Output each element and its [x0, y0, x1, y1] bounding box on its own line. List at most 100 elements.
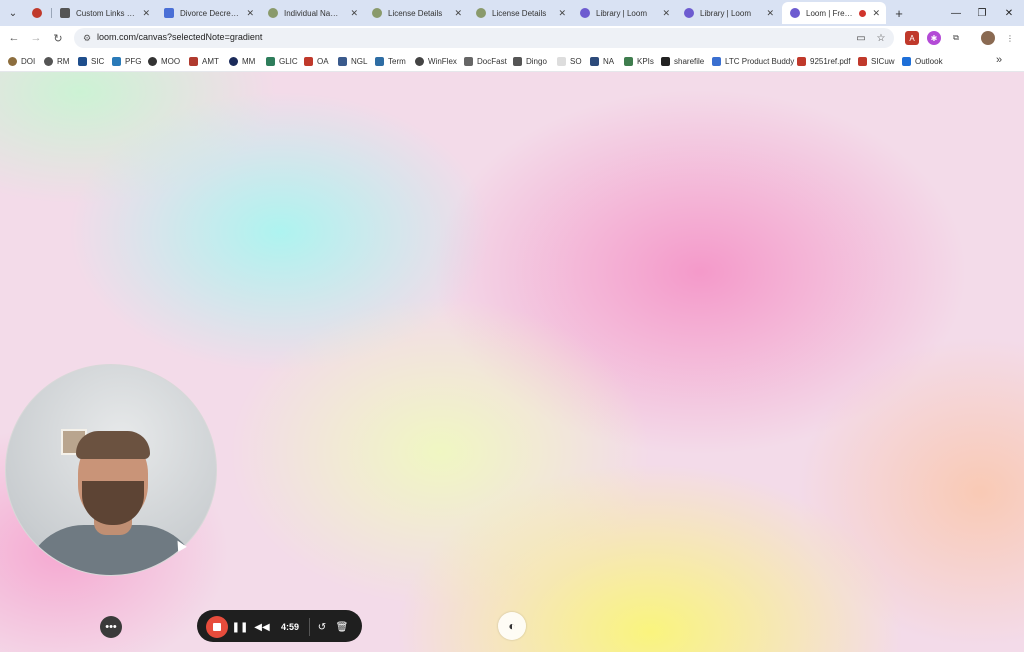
- bookmark-item[interactable]: MM: [229, 55, 255, 67]
- bookmark-favicon-icon: [304, 56, 313, 66]
- tab-title: Divorce Decrees and: [180, 8, 240, 18]
- bookmark-item[interactable]: Term: [375, 55, 406, 67]
- forward-arrow-icon[interactable]: →: [27, 29, 45, 47]
- minimize-button[interactable]: —: [946, 4, 966, 22]
- bookmark-item[interactable]: sharefile: [661, 55, 704, 67]
- bookmarks-overflow-icon[interactable]: »: [996, 54, 1002, 66]
- tab-license-details-1[interactable]: License Details ✕: [364, 2, 468, 24]
- tab-favicon-icon: [476, 8, 486, 18]
- tab-title: Custom Links | DiG: [76, 8, 137, 18]
- tab-divorce-decrees[interactable]: Divorce Decrees and ✕: [156, 2, 260, 24]
- browser-toolbar: ← → ↻ ⚙ loom.com/canvas?selectedNote=gra…: [0, 26, 1024, 50]
- bookmark-item[interactable]: NA: [590, 55, 614, 67]
- site-settings-icon[interactable]: ⚙: [80, 31, 94, 45]
- address-bar[interactable]: ⚙ loom.com/canvas?selectedNote=gradient …: [74, 28, 894, 48]
- presenter-hair: [76, 431, 150, 459]
- delete-trash-icon[interactable]: 🗑: [332, 616, 352, 638]
- bookmark-item[interactable]: 9251ref.pdf: [797, 55, 850, 67]
- bookmark-item[interactable]: DocFast: [464, 55, 507, 67]
- adobe-acrobat-extension-icon[interactable]: A: [905, 31, 919, 45]
- bookmark-favicon-icon: [858, 56, 867, 66]
- close-icon[interactable]: ✕: [142, 8, 150, 19]
- bookmark-star-icon[interactable]: ☆: [874, 31, 888, 45]
- bookmarks-bar: DOI RM SIC PFG MOO AMT MM GLIC OA NGL Te…: [0, 50, 1024, 72]
- bookmark-favicon-icon: [464, 56, 473, 66]
- bookmark-item[interactable]: WinFlex: [415, 55, 457, 67]
- rewind-button[interactable]: ◀◀: [252, 616, 272, 638]
- bookmark-item[interactable]: LTC Product Buddy: [712, 55, 794, 67]
- extensions-puzzle-icon[interactable]: ⧉: [949, 31, 963, 45]
- new-tab-button[interactable]: +: [890, 4, 908, 22]
- bookmark-favicon-icon: [266, 56, 275, 66]
- stop-recording-button[interactable]: [206, 616, 228, 638]
- restart-button[interactable]: ↺: [312, 616, 332, 638]
- bookmark-favicon-icon: [189, 56, 198, 66]
- tab-library-loom-2[interactable]: Library | Loom ✕: [676, 2, 780, 24]
- bookmark-favicon-icon: [8, 56, 17, 66]
- palette-icon[interactable]: ◐: [498, 612, 526, 640]
- tab-title: Library | Loom: [700, 8, 751, 18]
- tab-title: Loom | Free Sc: [806, 8, 857, 18]
- tab-custom-links[interactable]: Custom Links | DiG ✕: [52, 2, 156, 24]
- close-icon[interactable]: ✕: [558, 8, 566, 19]
- recording-timer: 4:59: [280, 622, 299, 632]
- bookmark-favicon-icon: [44, 56, 53, 66]
- reload-icon[interactable]: ↻: [49, 29, 67, 47]
- bookmark-item[interactable]: MOO: [148, 55, 180, 67]
- close-icon[interactable]: ✕: [872, 8, 880, 19]
- tab-strip: ⌄ Custom Links | DiG ✕ Divorce Decrees a…: [0, 0, 1024, 26]
- tab-loom-free[interactable]: Loom | Free Sc ✕: [782, 2, 886, 24]
- bookmark-item[interactable]: GLIC: [266, 55, 298, 67]
- tab-title: Library | Loom: [596, 8, 647, 18]
- more-menu-icon[interactable]: ⋮: [1003, 31, 1017, 45]
- tab-individual-name[interactable]: Individual Name Se ✕: [260, 2, 364, 24]
- address-url: loom.com/canvas?selectedNote=gradient: [97, 32, 263, 42]
- bookmark-item[interactable]: Outlook: [902, 55, 943, 67]
- bookmark-favicon-icon: [797, 56, 806, 66]
- tab-title: License Details: [492, 8, 547, 18]
- loom-favicon-icon: [580, 8, 590, 18]
- tab-title: Individual Name Se: [284, 8, 344, 18]
- close-icon[interactable]: ✕: [766, 8, 774, 19]
- close-icon[interactable]: ✕: [350, 8, 358, 19]
- tab-favicon-icon: [164, 8, 174, 18]
- restore-button[interactable]: ❐: [972, 4, 992, 22]
- bookmark-item[interactable]: AMT: [189, 55, 219, 67]
- close-icon[interactable]: ✕: [662, 8, 670, 19]
- recording-favicon-icon: [32, 8, 42, 18]
- bookmark-item[interactable]: KPIs: [624, 55, 654, 67]
- bookmark-item[interactable]: RM: [44, 55, 69, 67]
- tab-title: License Details: [388, 8, 443, 18]
- bookmark-item[interactable]: NGL: [338, 55, 367, 67]
- bookmark-favicon-icon: [590, 56, 599, 66]
- bookmark-favicon-icon: [229, 56, 238, 66]
- loom-extension-icon[interactable]: ✱: [927, 31, 941, 45]
- tab-library-loom-1[interactable]: Library | Loom ✕: [572, 2, 676, 24]
- profile-avatar[interactable]: [981, 31, 995, 45]
- bookmark-item[interactable]: Dingo: [513, 55, 547, 67]
- controls-divider: [309, 618, 310, 636]
- tab-recording[interactable]: [24, 2, 50, 24]
- close-icon[interactable]: ✕: [246, 8, 254, 19]
- bookmark-favicon-icon: [712, 56, 721, 66]
- bookmark-favicon-icon: [624, 56, 633, 66]
- close-window-button[interactable]: ✕: [999, 4, 1019, 22]
- camera-icon[interactable]: ▭: [854, 31, 868, 45]
- back-arrow-icon[interactable]: ←: [5, 29, 23, 47]
- bookmark-favicon-icon: [513, 56, 522, 66]
- bookmark-favicon-icon: [112, 56, 121, 66]
- tab-favicon-icon: [60, 8, 70, 18]
- tab-license-details-2[interactable]: License Details ✕: [468, 2, 572, 24]
- bookmark-favicon-icon: [338, 56, 347, 66]
- bookmark-item[interactable]: OA: [304, 55, 329, 67]
- pause-button[interactable]: ❚❚: [230, 616, 250, 638]
- tab-favicon-icon: [268, 8, 278, 18]
- close-icon[interactable]: ✕: [454, 8, 462, 19]
- bookmark-item[interactable]: DOI: [8, 55, 35, 67]
- tab-search-icon[interactable]: ⌄: [4, 4, 22, 22]
- bookmark-item[interactable]: PFG: [112, 55, 141, 67]
- camera-options-button[interactable]: •••: [100, 616, 122, 638]
- bookmark-item[interactable]: SICuw: [858, 55, 895, 67]
- bookmark-item[interactable]: SIC: [78, 55, 104, 67]
- bookmark-item[interactable]: SO: [557, 55, 582, 67]
